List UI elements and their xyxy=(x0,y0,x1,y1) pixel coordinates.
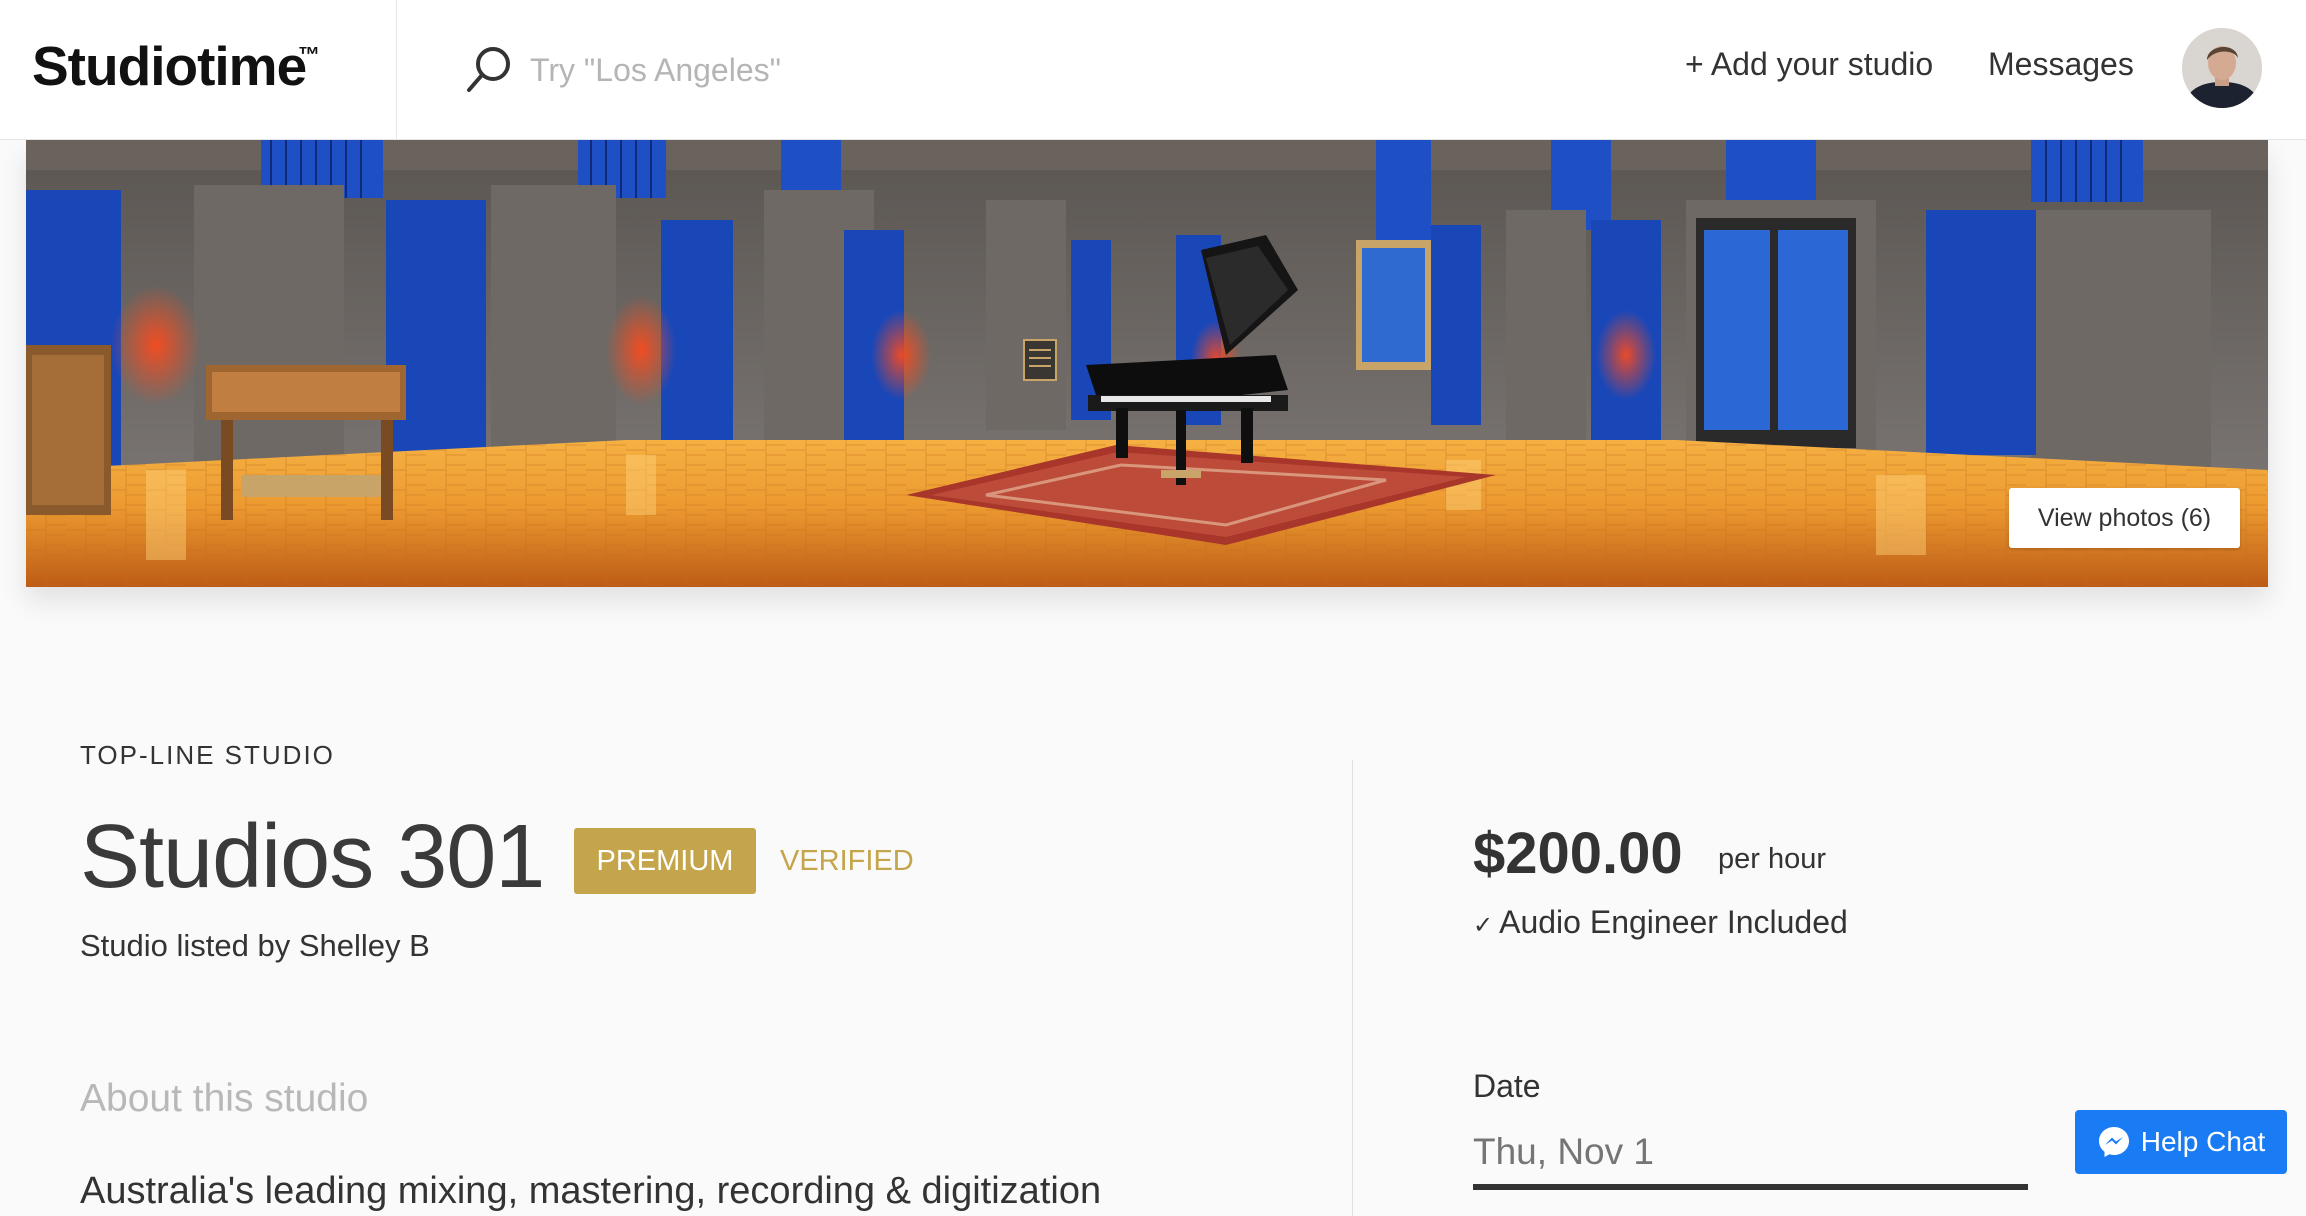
checkmark-icon: ✓ xyxy=(1473,912,1494,939)
date-input[interactable] xyxy=(1473,1120,2028,1190)
view-photos-button[interactable]: View photos (6) xyxy=(2009,488,2240,548)
studio-title: Studios 301 xyxy=(80,807,545,907)
listed-by-text: Studio listed by Shelley B xyxy=(80,928,430,963)
search-input[interactable] xyxy=(530,40,1150,100)
studio-tier-label: TOP-LINE STUDIO xyxy=(80,740,335,770)
search-icon[interactable] xyxy=(463,44,515,96)
date-label: Date xyxy=(1473,1068,1541,1104)
user-avatar[interactable] xyxy=(2182,28,2262,108)
studio-room-image xyxy=(26,140,2268,587)
trademark-mark: ™ xyxy=(298,42,320,67)
help-chat-label: Help Chat xyxy=(2140,1126,2266,1157)
verified-badge: VERIFIED xyxy=(780,845,914,877)
messages-link[interactable]: Messages xyxy=(1988,46,2134,83)
about-heading: About this studio xyxy=(80,1077,369,1120)
add-studio-link[interactable]: + Add your studio xyxy=(1685,46,1933,83)
messenger-icon xyxy=(2098,1127,2129,1157)
about-text: Australia's leading mixing, mastering, r… xyxy=(80,1170,1102,1212)
audio-engineer-included: ✓ Audio Engineer Included xyxy=(1473,904,1848,941)
hero-photo[interactable]: View photos (6) xyxy=(26,140,2268,587)
top-nav: Studiotime ™ + Add your studio Messages xyxy=(0,0,2306,140)
brand-name: Studiotime xyxy=(32,35,307,97)
help-chat-button[interactable]: Help Chat xyxy=(2075,1110,2287,1174)
audio-engineer-label: Audio Engineer Included xyxy=(1499,904,1848,940)
price-value: $200.00 xyxy=(1473,821,1683,886)
brand-logo[interactable]: Studiotime ™ xyxy=(0,0,397,140)
premium-badge: PREMIUM xyxy=(574,828,756,894)
column-divider xyxy=(1352,760,1353,1216)
price-unit: per hour xyxy=(1718,843,1827,875)
